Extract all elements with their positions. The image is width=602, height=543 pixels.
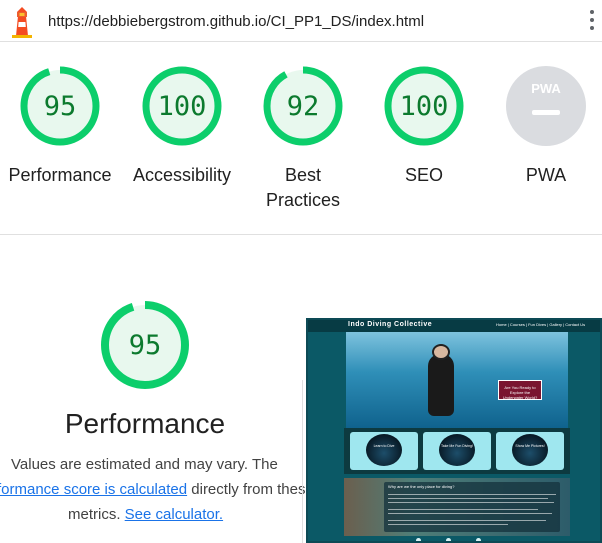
screenshot-card: Take Me Fun Diving! [423,432,491,470]
screenshot-cards-row: Learn to Dive Take Me Fun Diving! Show M… [344,428,570,474]
gauge-label-line2: Practices [265,190,341,210]
gauge-pwa[interactable]: PWA PWA [491,66,601,216]
twitter-icon [446,538,451,541]
gauge-performance[interactable]: 95 Performance [5,66,115,216]
vertical-divider [302,380,303,543]
see-calculator-link[interactable]: See calculator. [125,506,223,523]
gauge-label: Performance [8,165,112,185]
facebook-icon [416,538,421,541]
url-text[interactable]: https://debbiebergstrom.github.io/CI_PP1… [48,13,424,30]
metrics-text: metrics. [68,506,121,523]
card-label: Show Me Pictures! [515,444,545,448]
gauge-score: 92 [286,91,320,122]
gauge-best-practices[interactable]: 92 Best Practices [248,66,358,216]
card-label: Take Me Fun Diving! [441,444,473,448]
performance-description-line2: formance score is calculated directly fr… [0,481,314,498]
lighthouse-icon [12,7,32,38]
gauge-score: 95 [43,91,77,122]
gauge-score: 100 [157,91,207,122]
pwa-badge-icon: PWA [506,66,586,146]
screenshot-text-heading: Why are we the only place for diving? [388,484,455,489]
kebab-menu-icon[interactable] [586,10,598,34]
gauge-label: SEO [404,165,443,185]
pwa-badge-text: PWA [531,81,561,96]
gauge-score: 100 [399,91,449,122]
performance-score: 95 [128,330,162,361]
gauge-seo[interactable]: 100 SEO [369,66,479,216]
section-divider [0,234,602,235]
screenshot-nav-links: Home | Courses | Fun Dives | Gallery | C… [496,322,586,327]
card-image [512,434,548,466]
card-image [366,434,402,466]
screenshot-card: Learn to Dive [350,432,418,470]
screenshot-hero-image: Are You Ready to Explore the Underwater … [346,332,568,432]
gauge-label: Best Practices [248,163,358,213]
gauge-label: Accessibility [132,165,232,185]
performance-description-text: directly from these [191,481,314,498]
diver-head [432,344,450,360]
screenshot-text-section: Why are we the only place for diving? [344,478,570,536]
page-screenshot-thumbnail[interactable]: Indo Diving Collective Home | Courses | … [306,318,602,543]
screenshot-text-box: Why are we the only place for diving? [384,482,560,532]
screenshot-card: Show Me Pictures! [496,432,564,470]
performance-title: Performance [64,408,226,439]
url-bar: https://debbiebergstrom.github.io/CI_PP1… [0,0,602,42]
diver-figure [428,354,454,416]
performance-description-line1: Values are estimated and may vary. The [11,456,278,473]
card-label: Learn to Dive [373,444,395,448]
gauge-label-line1: Best [284,165,322,185]
score-calculated-link[interactable]: formance score is calculated [0,481,187,498]
gauge-accessibility[interactable]: 100 Accessibility [127,66,237,216]
card-image [439,434,475,466]
screenshot-brand: Indo Diving Collective [348,321,433,328]
screenshot-footer [308,536,600,541]
gauge-label: PWA [525,165,567,185]
instagram-icon [476,538,481,541]
screenshot-cta-button: Are You Ready to Explore the Underwater … [498,380,542,400]
screenshot-navbar: Indo Diving Collective Home | Courses | … [308,320,600,332]
performance-description-line3: metrics. See calculator. [68,506,223,523]
